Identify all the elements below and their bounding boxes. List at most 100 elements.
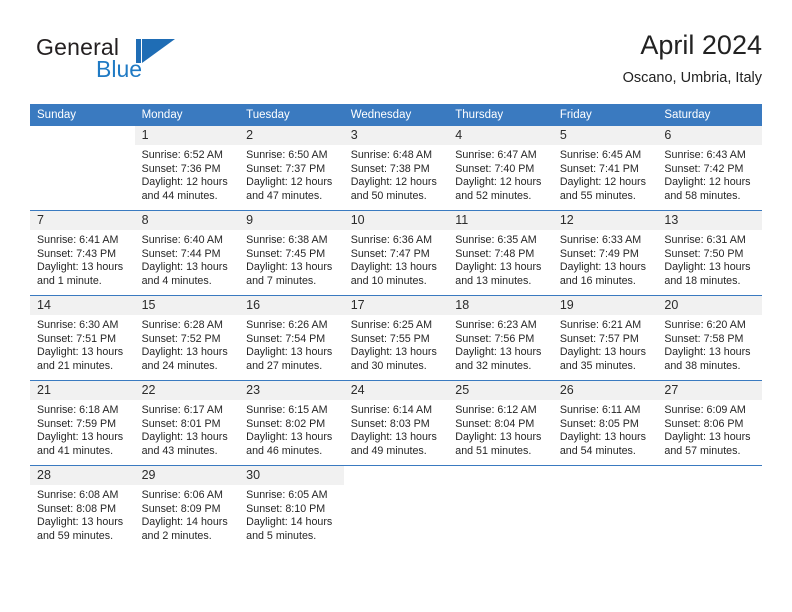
daylight-duration-line1: Daylight: 12 hours <box>141 176 228 189</box>
logo-bar-shape <box>136 39 141 63</box>
calendar-day-cell[interactable]: 25 Sunrise: 6:12 AM Sunset: 8:04 PM Dayligh… <box>448 380 553 466</box>
calendar-day-cell[interactable]: 8 Sunrise: 6:40 AM Sunset: 7:44 PM Daylight… <box>134 210 240 296</box>
sunrise-time: Sunrise: 6:28 AM <box>141 319 223 331</box>
sunset-time: Sunset: 8:05 PM <box>559 417 639 430</box>
day-number <box>30 126 135 145</box>
calendar-day-content: 26 Sunrise: 6:11 AM Sunset: 8:05 PM Dayligh… <box>552 381 658 465</box>
day-number: 27 <box>657 381 762 400</box>
day-number: 11 <box>448 211 553 230</box>
daylight-duration-line2: and 44 minutes. <box>141 189 218 202</box>
day-number: 22 <box>134 381 240 400</box>
calendar-day-content: 20 Sunrise: 6:20 AM Sunset: 7:58 PM Dayligh… <box>657 296 762 380</box>
calendar-day-content: 10 Sunrise: 6:36 AM Sunset: 7:47 PM Dayligh… <box>343 211 449 295</box>
daylight-duration-line1: Daylight: 13 hours <box>559 261 646 274</box>
daylight-duration-line1: Daylight: 14 hours <box>141 516 228 529</box>
daylight-duration-line1: Daylight: 13 hours <box>37 431 124 444</box>
day-details: Sunrise: 6:40 AM Sunset: 7:44 PM Daylight:… <box>135 230 240 288</box>
calendar-day-cell[interactable]: 19 Sunrise: 6:21 AM Sunset: 7:57 PM Dayligh… <box>552 295 658 381</box>
calendar-day-cell[interactable]: 4 Sunrise: 6:47 AM Sunset: 7:40 PM Daylight… <box>448 126 553 211</box>
daylight-duration-line1: Daylight: 14 hours <box>246 516 333 529</box>
calendar-day-content: 18 Sunrise: 6:23 AM Sunset: 7:56 PM Dayligh… <box>448 296 553 380</box>
calendar-day-content: 23 Sunrise: 6:15 AM Sunset: 8:02 PM Dayligh… <box>239 381 344 465</box>
day-number: 14 <box>30 296 135 315</box>
day-details: Sunrise: 6:28 AM Sunset: 7:52 PM Daylight:… <box>135 315 240 373</box>
sunset-time: Sunset: 7:45 PM <box>246 247 326 260</box>
sunrise-time: Sunrise: 6:23 AM <box>455 319 537 331</box>
daylight-duration-line2: and 4 minutes. <box>141 274 212 287</box>
calendar-day-cell[interactable]: 1 Sunrise: 6:52 AM Sunset: 7:36 PM Daylight… <box>134 126 240 211</box>
calendar-day-cell[interactable]: 11 Sunrise: 6:35 AM Sunset: 7:48 PM Dayligh… <box>448 210 553 296</box>
calendar-day-cell[interactable]: 15 Sunrise: 6:28 AM Sunset: 7:52 PM Dayligh… <box>134 295 240 381</box>
calendar-day-cell[interactable]: 22 Sunrise: 6:17 AM Sunset: 8:01 PM Dayligh… <box>134 380 240 466</box>
calendar-day-cell[interactable]: 24 Sunrise: 6:14 AM Sunset: 8:03 PM Dayligh… <box>343 380 449 466</box>
calendar-day-cell[interactable]: 18 Sunrise: 6:23 AM Sunset: 7:56 PM Dayligh… <box>448 295 553 381</box>
calendar-day-content: 1 Sunrise: 6:52 AM Sunset: 7:36 PM Daylight… <box>134 126 240 210</box>
sunrise-time: Sunrise: 6:36 AM <box>350 234 433 246</box>
calendar-day-cell[interactable]: 16 Sunrise: 6:26 AM Sunset: 7:54 PM Dayligh… <box>239 295 344 381</box>
daylight-duration-line2: and 49 minutes. <box>350 444 427 457</box>
calendar-day-content: 14 Sunrise: 6:30 AM Sunset: 7:51 PM Dayligh… <box>30 296 135 380</box>
sunrise-time: Sunrise: 6:12 AM <box>455 404 537 416</box>
daylight-duration-line2: and 54 minutes. <box>559 444 636 457</box>
day-number: 9 <box>239 211 344 230</box>
calendar-day-cell[interactable]: 13 Sunrise: 6:31 AM Sunset: 7:50 PM Dayligh… <box>657 210 762 296</box>
day-details: Sunrise: 6:38 AM Sunset: 7:45 PM Daylight:… <box>239 230 344 288</box>
calendar-day-cell[interactable]: 10 Sunrise: 6:36 AM Sunset: 7:47 PM Dayligh… <box>343 210 449 296</box>
calendar-day-cell[interactable]: 21 Sunrise: 6:18 AM Sunset: 7:59 PM Dayligh… <box>30 380 135 466</box>
calendar-day-cell[interactable]: 9 Sunrise: 6:38 AM Sunset: 7:45 PM Daylight… <box>239 210 344 296</box>
sunset-time: Sunset: 7:58 PM <box>664 332 744 345</box>
daylight-duration-line1: Daylight: 13 hours <box>350 346 437 359</box>
sunset-time: Sunset: 7:50 PM <box>664 247 744 260</box>
sunrise-time: Sunrise: 6:17 AM <box>141 404 223 416</box>
day-details: Sunrise: 6:20 AM Sunset: 7:58 PM Daylight:… <box>657 315 762 373</box>
calendar-day-cell[interactable]: 26 Sunrise: 6:11 AM Sunset: 8:05 PM Dayligh… <box>552 380 658 466</box>
weekday-header-friday: Friday <box>552 104 658 126</box>
calendar-day-cell[interactable]: 27 Sunrise: 6:09 AM Sunset: 8:06 PM Dayligh… <box>657 380 762 466</box>
sunrise-time: Sunrise: 6:41 AM <box>37 234 119 246</box>
calendar-day-cell[interactable]: 7 Sunrise: 6:41 AM Sunset: 7:43 PM Daylight… <box>30 210 135 296</box>
calendar-day-cell[interactable]: 14 Sunrise: 6:30 AM Sunset: 7:51 PM Dayligh… <box>30 295 135 381</box>
sunrise-time: Sunrise: 6:31 AM <box>664 234 746 246</box>
calendar-day-cell[interactable]: 12 Sunrise: 6:33 AM Sunset: 7:49 PM Dayligh… <box>552 210 658 296</box>
calendar-day-cell <box>448 465 553 550</box>
sunrise-time: Sunrise: 6:15 AM <box>246 404 328 416</box>
day-details: Sunrise: 6:52 AM Sunset: 7:36 PM Daylight:… <box>135 145 240 203</box>
daylight-duration-line2: and 50 minutes. <box>350 189 427 202</box>
calendar-day-cell[interactable]: 2 Sunrise: 6:50 AM Sunset: 7:37 PM Daylight… <box>239 126 344 211</box>
daylight-duration-line2: and 38 minutes. <box>664 359 741 372</box>
daylight-duration-line2: and 59 minutes. <box>37 529 114 542</box>
calendar-day-cell[interactable]: 28 Sunrise: 6:08 AM Sunset: 8:08 PM Dayligh… <box>30 465 135 550</box>
day-number: 6 <box>657 126 762 145</box>
logo-triangle-shape <box>142 39 175 63</box>
sunset-time: Sunset: 7:40 PM <box>455 162 535 175</box>
daylight-duration-line2: and 52 minutes. <box>455 189 532 202</box>
calendar-day-cell[interactable]: 23 Sunrise: 6:15 AM Sunset: 8:02 PM Dayligh… <box>239 380 344 466</box>
calendar-day-cell[interactable]: 3 Sunrise: 6:48 AM Sunset: 7:38 PM Daylight… <box>343 126 449 211</box>
logo-triangle-icon <box>136 39 176 65</box>
sunset-time: Sunset: 7:44 PM <box>141 247 221 260</box>
daylight-duration-line2: and 41 minutes. <box>37 444 114 457</box>
calendar-day-cell[interactable]: 17 Sunrise: 6:25 AM Sunset: 7:55 PM Dayligh… <box>343 295 449 381</box>
sunrise-time: Sunrise: 6:18 AM <box>37 404 119 416</box>
weekday-header-sunday: Sunday <box>30 104 135 126</box>
sunset-time: Sunset: 7:36 PM <box>141 162 221 175</box>
day-number: 19 <box>552 296 658 315</box>
daylight-duration-line1: Daylight: 13 hours <box>37 346 124 359</box>
calendar-day-content: 8 Sunrise: 6:40 AM Sunset: 7:44 PM Daylight… <box>134 211 240 295</box>
sunset-time: Sunset: 8:04 PM <box>455 417 535 430</box>
daylight-duration-line2: and 10 minutes. <box>350 274 427 287</box>
sunset-time: Sunset: 7:48 PM <box>455 247 535 260</box>
daylight-duration-line2: and 30 minutes. <box>350 359 427 372</box>
daylight-duration-line1: Daylight: 13 hours <box>37 261 124 274</box>
calendar-day-cell[interactable]: 30 Sunrise: 6:05 AM Sunset: 8:10 PM Dayligh… <box>239 465 344 550</box>
sunset-time: Sunset: 7:37 PM <box>246 162 326 175</box>
daylight-duration-line2: and 5 minutes. <box>246 529 317 542</box>
sunrise-time: Sunrise: 6:14 AM <box>350 404 433 416</box>
calendar-week-row: 14 Sunrise: 6:30 AM Sunset: 7:51 PM Dayligh… <box>30 295 762 381</box>
daylight-duration-line2: and 35 minutes. <box>559 359 636 372</box>
title-block: April 2024 Oscano, Umbria, Italy <box>623 28 762 89</box>
calendar-day-cell[interactable]: 20 Sunrise: 6:20 AM Sunset: 7:58 PM Dayligh… <box>657 295 762 381</box>
calendar-day-cell[interactable]: 5 Sunrise: 6:45 AM Sunset: 7:41 PM Daylight… <box>552 126 658 211</box>
calendar-day-cell[interactable]: 6 Sunrise: 6:43 AM Sunset: 7:42 PM Daylight… <box>657 126 762 211</box>
calendar-day-cell[interactable]: 29 Sunrise: 6:06 AM Sunset: 8:09 PM Dayligh… <box>134 465 240 550</box>
